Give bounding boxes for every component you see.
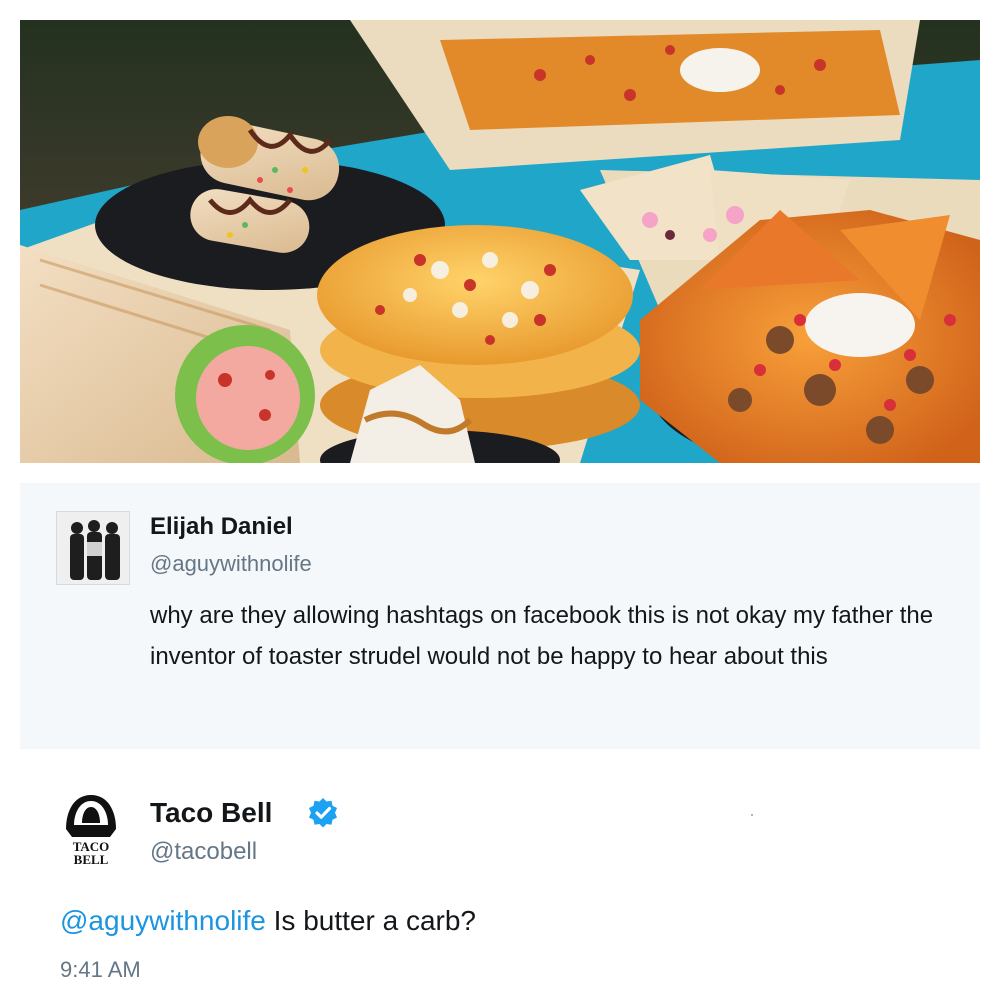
quoted-username[interactable]: @aguywithnolife [150, 551, 312, 577]
tweet-timestamp[interactable]: 9:41 AM [60, 957, 141, 983]
speck [751, 814, 753, 816]
reply-display-name[interactable]: Taco Bell [150, 797, 272, 829]
reply-body: Is butter a carb? [265, 905, 476, 936]
avatar[interactable] [56, 511, 130, 585]
food-photo [20, 20, 980, 463]
quoted-tweet[interactable]: Elijah Daniel @aguywithnolife why are th… [20, 483, 980, 749]
quoted-tweet-text: why are they allowing hashtags on facebo… [150, 602, 934, 670]
taco-bell-logo[interactable]: TACO BELL [58, 791, 124, 867]
quoted-display-name[interactable]: Elijah Daniel [150, 513, 293, 541]
reply-tweet-text: @aguywithnolife Is butter a carb? [60, 905, 476, 937]
logo-text-bell: BELL [74, 852, 109, 867]
verified-badge-icon [307, 797, 339, 829]
reply-username[interactable]: @tacobell [150, 838, 257, 866]
mention-link[interactable]: @aguywithnolife [60, 905, 266, 936]
